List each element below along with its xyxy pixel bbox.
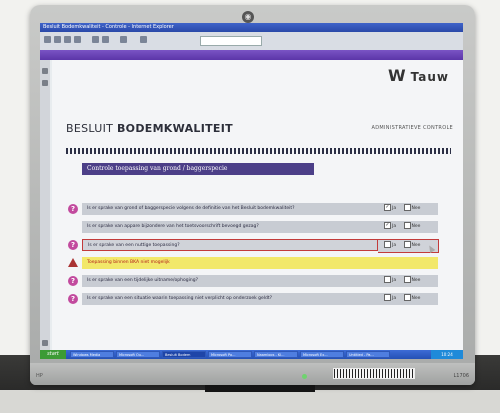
question-text: Is er sprake van grond of baggerspecie v… [82,203,378,215]
yes-checkbox[interactable]: ✓ [384,204,391,211]
question-row: ? Is er sprake van grond of baggerspecie… [68,203,438,215]
question-text: Is er sprake van een tijdelijke uitname/… [82,275,378,287]
taskbar-item[interactable]: Untitled - Pa... [346,351,390,358]
question-icon[interactable]: ? [68,294,78,304]
header-subtitle: ADMINISTRATIEVE CONTROLE [371,125,453,131]
yes-label: Ja [392,296,397,301]
taskbar-item[interactable]: Windows Media [70,351,114,358]
warning-icon [68,258,78,267]
question-text: Is er sprake van een nuttige toepassing? [82,239,378,251]
page-title-plain: BESLUIT [66,122,117,135]
no-label: Nee [411,206,421,211]
no-label: Nee [411,224,421,229]
tools-button[interactable] [140,36,147,43]
taskbar-item[interactable]: Microsoft Ex... [300,351,344,358]
taskbar-item[interactable]: Microsoft Po... [208,351,252,358]
home-button[interactable] [74,36,81,43]
save-button[interactable] [102,36,109,43]
zoom-button[interactable] [120,36,127,43]
page-title: BESLUIT BODEMKWALITEIT [66,122,233,135]
yes-label: Ja [392,243,397,248]
no-checkbox[interactable] [403,241,411,248]
question-icon[interactable]: ? [68,276,78,286]
no-checkbox[interactable] [403,204,411,211]
yes-label: Ja [392,224,397,229]
no-label: Nee [411,278,421,283]
bookmarks-icon[interactable] [42,80,48,86]
yes-checkbox[interactable] [384,241,391,248]
question-icon[interactable]: ? [68,204,78,214]
desk-edge [0,390,500,413]
answer-options: ✓ Ja Nee [378,221,438,233]
no-label: Nee [411,296,421,301]
brand-mark-icon: W [387,66,407,85]
question-row-error: ? Is er sprake van een nuttige toepassin… [68,239,439,253]
document-page: W Tauw BESLUIT BODEMKWALITEIT ADMINISTRAT… [52,60,463,350]
question-text: Is er sprake van appare bijzondere van h… [82,221,378,233]
yes-checkbox[interactable]: ✓ [384,222,391,229]
dotted-divider [66,148,451,154]
yes-checkbox[interactable] [384,276,391,283]
monitor-screen: Besluit Bodemkwaliteit - Controle - Inte… [40,23,463,359]
question-icon[interactable]: ? [68,240,78,250]
warning-text: Toepassing binnen BKA niet mogelijk [82,257,438,269]
address-field[interactable] [200,36,262,46]
taskbar-item[interactable]: Microsoft Ou... [116,351,160,358]
answer-options: ✓ Ja Nee [378,203,438,215]
print-button[interactable] [92,36,99,43]
section-title: Controle toepassing van grond / baggersp… [82,163,314,175]
window-title: Besluit Bodemkwaliteit - Controle - Inte… [43,24,174,30]
forward-button[interactable] [54,36,61,43]
answer-options: Ja Nee [378,293,438,305]
start-button[interactable]: start [40,350,66,359]
taskbar-item-active[interactable]: Besluit Bodem [162,351,206,358]
page-top-banner [40,50,463,60]
monitor-bottom-bezel: HP L1706 [30,363,475,385]
barcode-sticker [333,368,415,379]
no-checkbox[interactable] [403,222,411,229]
question-row: ? Is er sprake van een tijdelijke uitnam… [68,275,438,287]
yes-label: Ja [392,278,397,283]
answer-options: Ja Nee [378,275,438,287]
yes-label: Ja [392,206,397,211]
windows-taskbar: start Windows Media Microsoft Ou... Besl… [40,350,463,359]
power-led[interactable] [302,374,307,379]
monitor-model: L1706 [453,373,469,379]
brand-logo: W Tauw [388,66,449,85]
yes-checkbox[interactable] [384,294,391,301]
window-title-bar: Besluit Bodemkwaliteit - Controle - Inte… [40,23,463,32]
page-title-bold: BODEMKWALITEIT [116,122,233,135]
system-clock: 10:24 [431,350,463,359]
warning-row: Toepassing binnen BKA niet mogelijk [68,257,438,269]
question-row: ? Is er sprake van een situatie waarin t… [68,293,438,305]
browser-toolbar [40,32,463,51]
brand-name: Tauw [410,70,449,84]
no-checkbox[interactable] [403,276,411,283]
hp-logo-icon: ◉ [242,11,254,23]
monitor-bezel: ◉ Besluit Bodemkwaliteit - Controle - In… [30,5,475,385]
taskbar-item[interactable]: Naamloos - Kl... [254,351,298,358]
left-sidebar [40,60,50,350]
no-checkbox[interactable] [403,294,411,301]
back-button[interactable] [44,36,51,43]
refresh-button[interactable] [64,36,71,43]
question-row: Is er sprake van appare bijzondere van h… [68,221,438,233]
settings-icon[interactable] [42,340,48,346]
monitor-brand: HP [36,373,43,379]
question-text: Is er sprake van een situatie waarin toe… [82,293,378,305]
pages-icon[interactable] [42,68,48,74]
no-label: Nee [411,243,421,248]
